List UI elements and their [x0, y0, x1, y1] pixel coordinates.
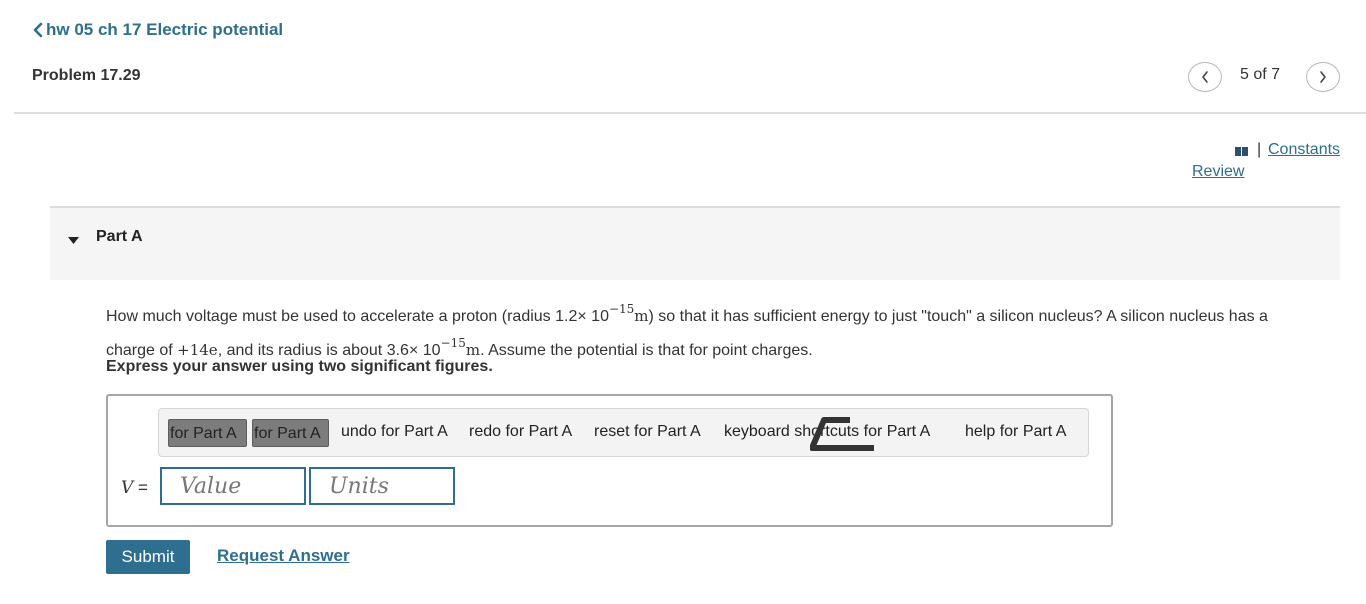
answer-box: for Part A for Part A undo for Part A re…	[106, 394, 1113, 527]
previous-problem-button[interactable]	[1188, 62, 1222, 92]
ten-base: 10	[586, 308, 609, 325]
problem-counter: 5 of 7	[1240, 66, 1281, 83]
problem-pager: 5 of 7	[1188, 62, 1341, 94]
book-icon	[1235, 147, 1248, 156]
reset-button[interactable]: reset for Part A	[594, 423, 701, 441]
question-text-1: How much voltage must be used to acceler…	[106, 308, 578, 325]
constants-link[interactable]: Constants	[1268, 141, 1340, 159]
times-symbol: ×	[577, 308, 587, 325]
next-problem-button[interactable]	[1306, 62, 1340, 92]
equals-sign: =	[133, 478, 148, 497]
ten-base: 10	[418, 342, 441, 359]
exponent-1: −15	[608, 302, 635, 316]
answer-instruction: Express your answer using two significan…	[106, 358, 493, 375]
back-to-assignment-link[interactable]: hw 05 ch 17 Electric potential	[32, 20, 283, 40]
part-a-header[interactable]: Part A	[50, 206, 1340, 280]
charge-value: +14e	[177, 341, 218, 359]
symbols-button[interactable]: for Part A	[252, 419, 329, 447]
variable-label: V =	[121, 478, 148, 498]
back-link-label: hw 05 ch 17 Electric potential	[46, 20, 284, 39]
problem-title: Problem 17.29	[32, 67, 141, 84]
chevron-right-icon	[1320, 71, 1326, 83]
variable-symbol: V	[121, 478, 134, 498]
value-input[interactable]	[160, 467, 306, 505]
unit-1: m	[634, 307, 649, 325]
chevron-left-icon	[33, 22, 43, 38]
redo-button[interactable]: redo for Part A	[469, 423, 572, 441]
request-answer-link[interactable]: Request Answer	[217, 546, 350, 566]
resources-links: | Constants Review	[1188, 140, 1350, 186]
question-text: How much voltage must be used to acceler…	[106, 296, 1316, 364]
resources-separator: |	[1257, 141, 1262, 158]
keyboard-shortcuts-icon	[810, 417, 874, 451]
question-text-3: , and its radius is about 3.6	[217, 342, 409, 359]
part-label: Part A	[96, 228, 143, 245]
math-toolbar: for Part A for Part A undo for Part A re…	[158, 408, 1089, 457]
chevron-left-icon	[1202, 71, 1208, 83]
question-text-4: . Assume the potential is that for point…	[480, 342, 813, 359]
review-link[interactable]: Review	[1192, 163, 1244, 181]
undo-button[interactable]: undo for Part A	[341, 423, 448, 441]
header-divider	[14, 112, 1366, 114]
caret-down-icon	[68, 237, 79, 244]
submit-button[interactable]: Submit	[106, 540, 190, 574]
times-symbol: ×	[408, 342, 419, 359]
exponent-2: −15	[440, 336, 466, 350]
help-button[interactable]: help for Part A	[965, 423, 1066, 441]
unit-2: m	[465, 341, 481, 359]
units-input[interactable]	[309, 467, 455, 505]
templates-button[interactable]: for Part A	[168, 419, 247, 447]
